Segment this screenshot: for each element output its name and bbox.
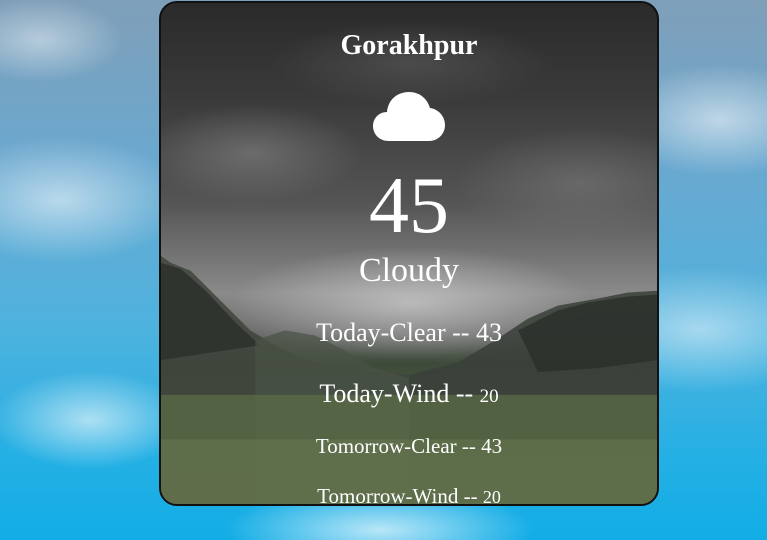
city-name: Gorakhpur — [340, 30, 478, 61]
tomorrow-wind-value: 20 — [482, 487, 501, 506]
tomorrow-clear-value: 43 — [481, 434, 503, 458]
tomorrow-wind-row: Tomorrow-Wind -- 20 — [161, 484, 657, 506]
today-clear-label: Today-Clear — [316, 318, 446, 347]
today-wind-value: 20 — [479, 386, 499, 407]
temperature-value: 45 — [369, 162, 449, 250]
tomorrow-clear-separator: -- — [461, 434, 476, 458]
weather-card: Gorakhpur 45 Cloudy Today-Clear -- 43 To… — [159, 1, 659, 506]
today-wind-separator: -- — [455, 379, 474, 408]
tomorrow-wind-label: Tomorrow-Wind — [317, 484, 459, 506]
weather-icon-wrap — [161, 89, 657, 148]
weather-content: Gorakhpur 45 Cloudy Today-Clear -- 43 To… — [161, 3, 657, 504]
today-clear-value: 43 — [475, 318, 502, 347]
tomorrow-clear-label: Tomorrow-Clear — [315, 434, 457, 458]
tomorrow-wind-separator: -- — [463, 484, 478, 506]
condition-text: Cloudy — [358, 252, 460, 289]
today-wind-row: Today-Wind -- 20 — [161, 379, 657, 409]
page-background: { "weather": { "city": "Gorakhpur", "ico… — [0, 0, 767, 540]
today-clear-separator: -- — [452, 318, 470, 347]
cloud-icon — [373, 92, 445, 141]
today-clear-row: Today-Clear -- 43 — [161, 318, 657, 348]
tomorrow-clear-row: Tomorrow-Clear -- 43 — [161, 434, 657, 459]
today-wind-label: Today-Wind — [319, 379, 450, 408]
